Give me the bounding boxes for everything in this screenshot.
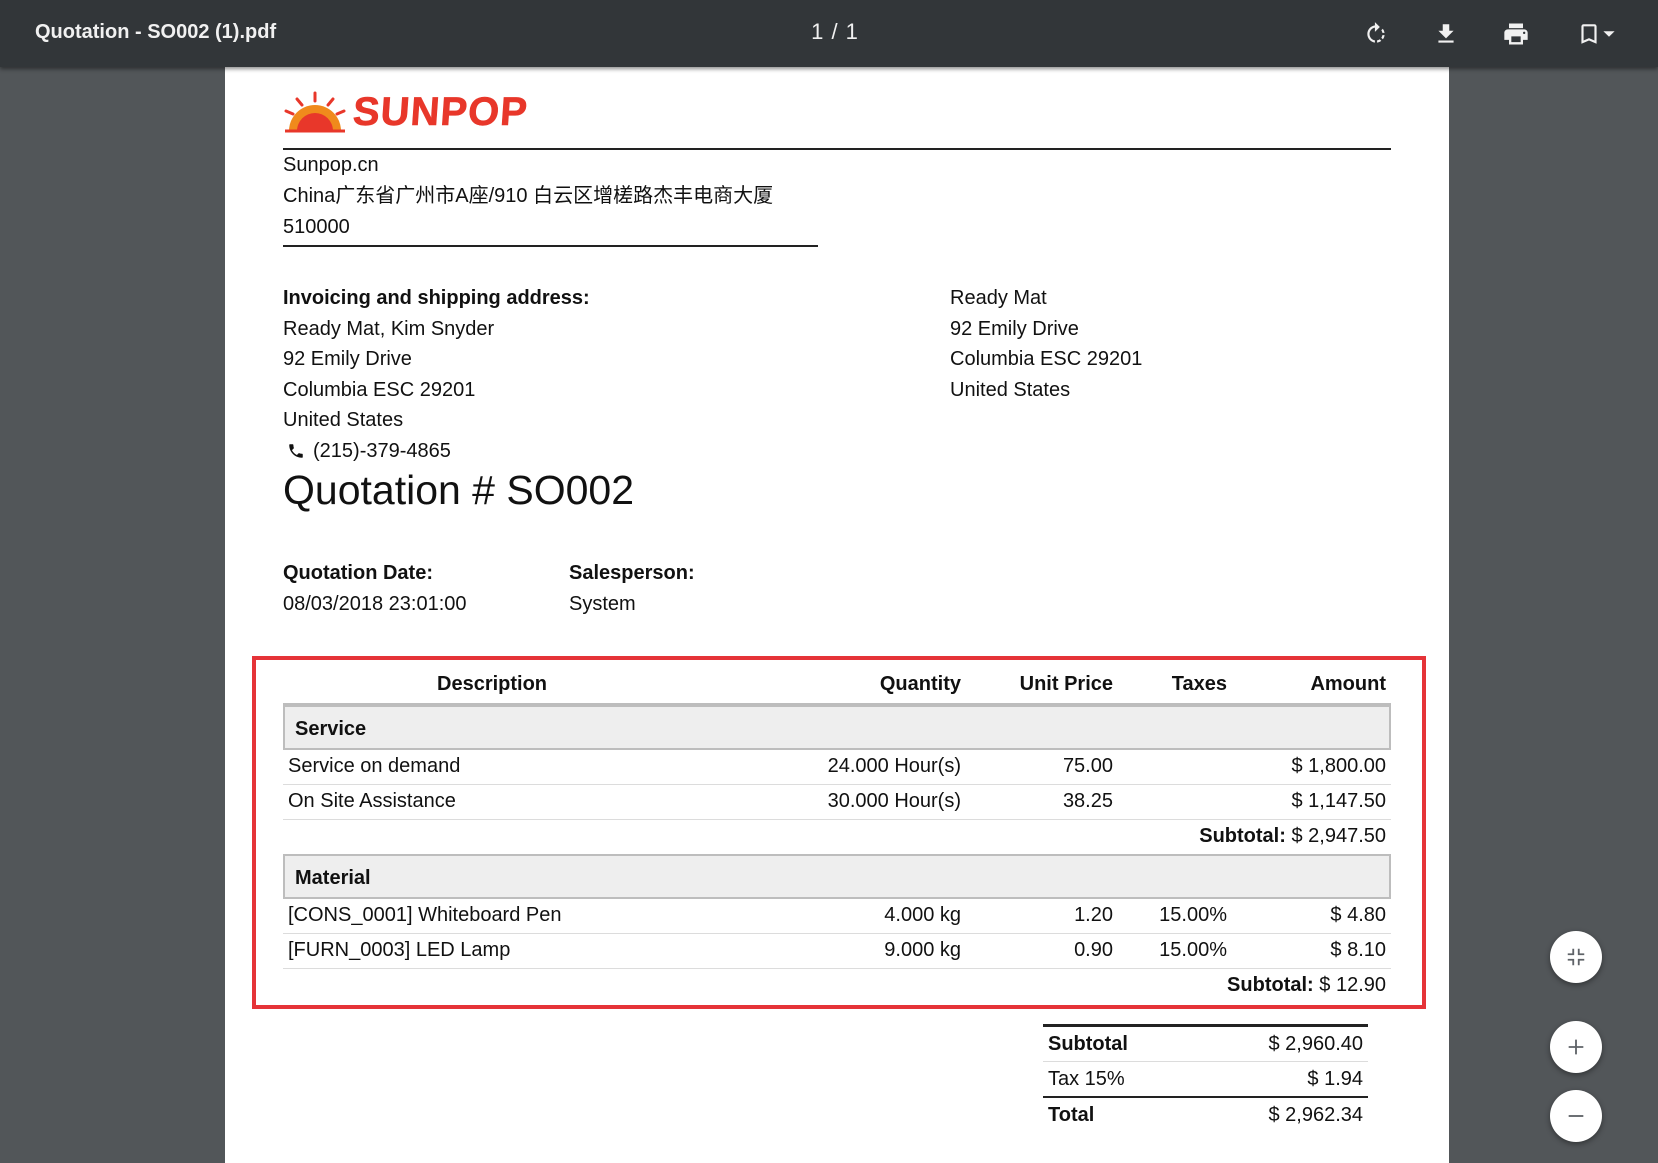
- rotate-icon[interactable]: [1356, 14, 1396, 54]
- header-taxes: Taxes: [1171, 673, 1227, 695]
- totals-total-label: Total: [1048, 1104, 1095, 1126]
- page-indicator: 1 / 1: [811, 19, 859, 44]
- section-name: Material: [295, 867, 371, 889]
- totals-subtotal-row: Subtotal $ 2,960.40: [1043, 1024, 1368, 1062]
- invoice-phone: (215)-379-4865: [313, 439, 451, 462]
- invoice-street: 92 Emily Drive: [283, 348, 412, 370]
- salesperson-label: Salesperson:: [569, 562, 695, 584]
- zoom-out-button[interactable]: [1550, 1090, 1602, 1142]
- invoice-city: Columbia ESC 29201: [283, 378, 476, 401]
- invoice-name: Ready Mat, Kim Snyder: [283, 317, 495, 340]
- line-taxes: 15.00%: [1159, 939, 1227, 961]
- header-amount: Amount: [1310, 673, 1386, 695]
- header-quantity: Quantity: [879, 673, 961, 695]
- order-lines-highlight: Description Quantity Unit Price Taxes Am…: [252, 656, 1426, 1009]
- zoom-in-button[interactable]: [1550, 1021, 1602, 1073]
- line-unit-price: 0.90: [1074, 939, 1113, 961]
- table-row: [CONS_0001] Whiteboard Pen 4.000 kg 1.20…: [283, 899, 1391, 934]
- totals-table: Subtotal $ 2,960.40 Tax 15% $ 1.94 Total…: [1043, 1024, 1368, 1132]
- line-quantity: 30.000 Hour(s): [827, 790, 961, 812]
- line-unit-price: 1.20: [1074, 904, 1113, 926]
- bookmark-icon[interactable]: [1566, 14, 1626, 54]
- line-amount: $ 4.80: [1330, 904, 1386, 926]
- sun-logo-icon: [284, 91, 346, 133]
- section-name: Service: [295, 718, 367, 740]
- section-header: Material: [283, 854, 1391, 899]
- section-header: Service: [283, 705, 1391, 750]
- partner-city: Columbia ESC 29201: [950, 348, 1143, 370]
- subtotal-value: $ 12.90: [1319, 974, 1386, 996]
- phone-icon: [289, 444, 303, 458]
- totals-tax-row: Tax 15% $ 1.94: [1043, 1062, 1368, 1096]
- line-description: [CONS_0001] Whiteboard Pen: [288, 904, 562, 926]
- company-address: China广东省广州市A座/910 白云区增槎路杰丰电商大厦: [283, 185, 774, 207]
- pdf-toolbar: Quotation - SO002 (1).pdf 1 / 1: [0, 0, 1658, 67]
- line-quantity: 4.000 kg: [884, 904, 961, 926]
- subtotal-label: Subtotal:: [1199, 825, 1286, 847]
- line-description: [FURN_0003] LED Lamp: [288, 939, 511, 961]
- order-lines-table: Description Quantity Unit Price Taxes Am…: [283, 660, 1391, 1003]
- download-icon[interactable]: [1426, 14, 1466, 54]
- totals-total-row: Total $ 2,962.34: [1043, 1096, 1368, 1132]
- line-quantity: 9.000 kg: [884, 939, 961, 961]
- partner-address: Ready Mat 92 Emily Drive Columbia ESC 29…: [950, 283, 1142, 405]
- quotation-date-block: Quotation Date: 08/03/2018 23:01:00: [283, 558, 467, 620]
- header-unit-price: Unit Price: [1019, 673, 1113, 695]
- line-quantity: 24.000 Hour(s): [827, 755, 961, 777]
- section-subtotal-text: Subtotal: $ 2,947.50: [1199, 825, 1386, 848]
- line-unit-price: 75.00: [1062, 755, 1113, 777]
- quotation-date-value: 08/03/2018 23:01:00: [283, 593, 467, 615]
- fit-page-button[interactable]: [1550, 931, 1602, 983]
- partner-street: 92 Emily Drive: [950, 317, 1079, 340]
- fit-page-icon: [1567, 948, 1585, 966]
- section-subtotal: Subtotal: $ 12.90: [283, 969, 1391, 1003]
- line-amount: $ 1,800.00: [1291, 755, 1386, 777]
- line-unit-price: 38.25: [1062, 790, 1113, 812]
- line-taxes: 15.00%: [1159, 904, 1227, 926]
- zoom-in-icon: [1568, 1039, 1584, 1055]
- table-header: Description Quantity Unit Price Taxes Am…: [283, 660, 1391, 705]
- logo-text: SUNPOP: [351, 89, 530, 134]
- invoice-country: United States: [283, 409, 404, 431]
- invoice-address-heading: Invoicing and shipping address:: [283, 287, 590, 309]
- line-amount: $ 8.10: [1330, 939, 1386, 961]
- totals-subtotal-label: Subtotal: [1048, 1033, 1128, 1055]
- quotation-date-label: Quotation Date:: [283, 562, 433, 584]
- section-subtotal: Subtotal: $ 2,947.50: [283, 820, 1391, 854]
- company-website: Sunpop.cn: [283, 154, 379, 176]
- company-logo: SUNPOP: [283, 89, 530, 135]
- totals-tax-label: Tax 15%: [1048, 1068, 1125, 1090]
- totals-subtotal-value: $ 2,960.40: [1268, 1033, 1363, 1055]
- company-postcode: 510000: [283, 216, 350, 238]
- invoice-phone-row: (215)-379-4865: [283, 436, 590, 467]
- line-description: On Site Assistance: [288, 790, 456, 812]
- line-amount: $ 1,147.50: [1291, 790, 1386, 812]
- table-row: On Site Assistance 30.000 Hour(s) 38.25 …: [283, 785, 1391, 820]
- company-info: Sunpop.cn China广东省广州市A座/910 白云区增槎路杰丰电商大厦…: [283, 150, 818, 247]
- subtotal-label: Subtotal:: [1227, 974, 1314, 996]
- table-row: [FURN_0003] LED Lamp 9.000 kg 0.90 15.00…: [283, 934, 1391, 969]
- chevron-down-icon: [1603, 31, 1615, 37]
- pdf-page: SUNPOP Sunpop.cn China广东省广州市A座/910 白云区增槎…: [225, 67, 1449, 1163]
- salesperson-block: Salesperson: System: [569, 558, 695, 620]
- partner-name: Ready Mat: [950, 287, 1047, 309]
- zoom-out-icon: [1568, 1115, 1584, 1117]
- subtotal-value: $ 2,947.50: [1291, 825, 1386, 847]
- partner-country: United States: [950, 378, 1071, 401]
- table-row: Service on demand 24.000 Hour(s) 75.00 $…: [283, 750, 1391, 785]
- quotation-title: Quotation # SO002: [283, 467, 635, 513]
- totals-total-value: $ 2,962.34: [1268, 1104, 1363, 1126]
- line-description: Service on demand: [288, 755, 461, 777]
- salesperson-value: System: [569, 593, 636, 615]
- print-icon[interactable]: [1496, 14, 1536, 54]
- header-description: Description: [437, 673, 548, 695]
- invoice-address: Invoicing and shipping address: Ready Ma…: [283, 283, 590, 466]
- totals-tax-value: $ 1.94: [1307, 1068, 1363, 1090]
- section-subtotal-text: Subtotal: $ 12.90: [1227, 974, 1386, 997]
